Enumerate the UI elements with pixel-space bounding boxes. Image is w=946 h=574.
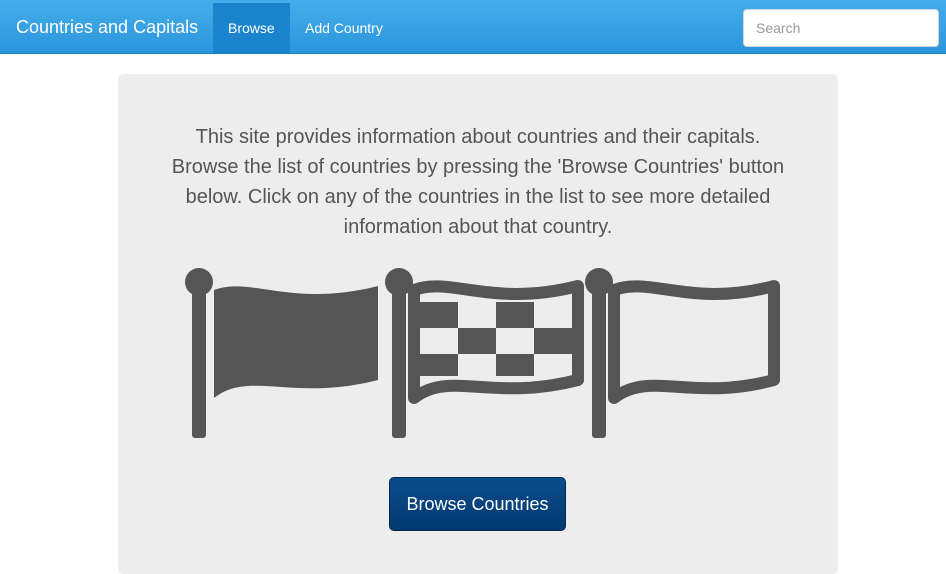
flag-checkered-icon (385, 268, 584, 438)
brand-title[interactable]: Countries and Capitals (16, 0, 198, 54)
flags-illustration (185, 268, 780, 438)
search-input[interactable] (743, 9, 939, 47)
flag-solid-icon (185, 268, 378, 438)
navbar: Countries and Capitals Browse Add Countr… (0, 0, 946, 54)
intro-panel: This site provides information about cou… (118, 74, 838, 574)
nav-browse-link[interactable]: Browse (213, 3, 290, 53)
browse-countries-button[interactable]: Browse Countries (389, 477, 566, 531)
flag-outline-icon (585, 268, 780, 438)
intro-text: This site provides information about cou… (171, 126, 785, 238)
nav-add-country-link[interactable]: Add Country (290, 3, 398, 53)
